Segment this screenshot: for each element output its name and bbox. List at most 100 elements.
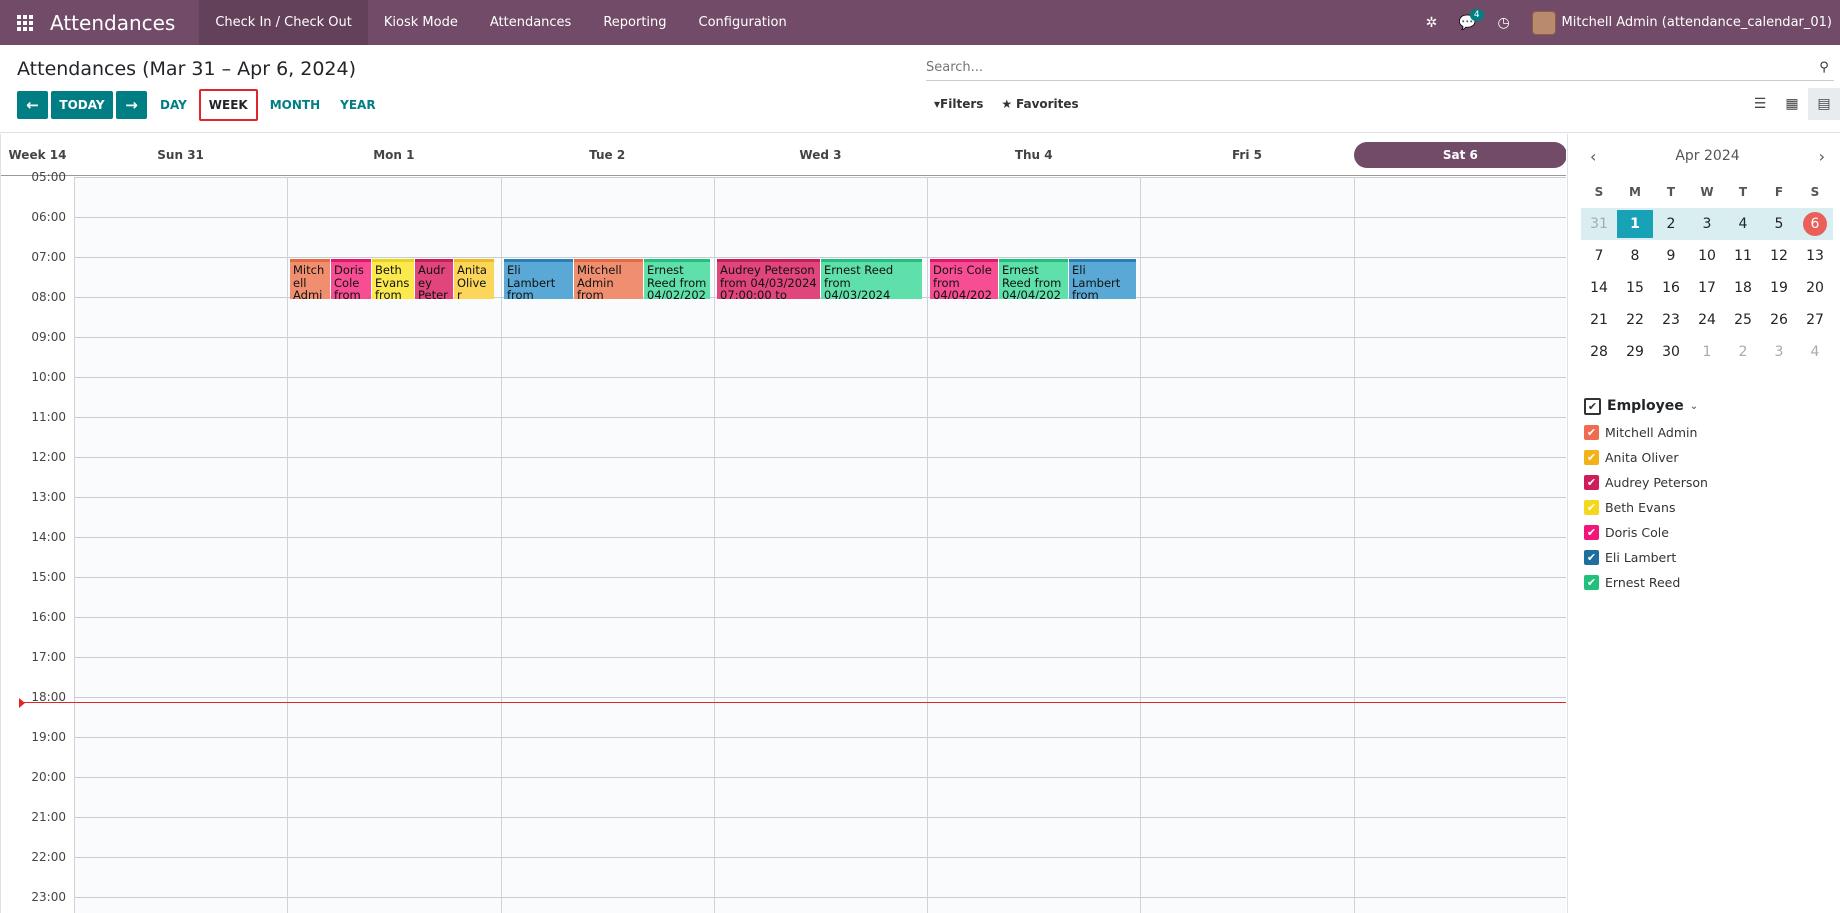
mini-day[interactable]: 30 xyxy=(1653,338,1689,366)
scale-month[interactable]: MONTH xyxy=(262,89,328,121)
next-button[interactable]: → xyxy=(116,91,147,119)
menu-reporting[interactable]: Reporting xyxy=(587,0,682,45)
day-header-mon[interactable]: Mon 1 xyxy=(287,134,500,175)
day-header-fri[interactable]: Fri 5 xyxy=(1140,134,1353,175)
attendance-event[interactable]: Ernest Reed from 04/04/2024 07:00:00 to xyxy=(999,259,1068,299)
mini-day[interactable]: 6 xyxy=(1797,210,1833,238)
checkbox-icon[interactable]: ✔ xyxy=(1584,425,1599,440)
mini-day[interactable]: 25 xyxy=(1725,306,1761,334)
today-button[interactable]: TODAY xyxy=(51,91,113,119)
employee-filter-item[interactable]: ✔ Beth Evans xyxy=(1584,495,1834,520)
mini-day[interactable]: 4 xyxy=(1725,210,1761,238)
checkbox-icon[interactable]: ✔ xyxy=(1584,550,1599,565)
mini-day[interactable]: 21 xyxy=(1581,306,1617,334)
attendance-event[interactable]: Mitchell Admin from 04/01/2024 xyxy=(290,259,330,299)
day-header-sun[interactable]: Sun 31 xyxy=(74,134,287,175)
mini-day[interactable]: 29 xyxy=(1617,338,1653,366)
mini-day[interactable]: 10 xyxy=(1689,242,1725,270)
attendance-event[interactable]: Eli Lambert from 04/04/2024 xyxy=(1069,259,1136,299)
time-grid[interactable]: Mitchell Admin from 04/01/2024 Doris Cole… xyxy=(74,177,1566,913)
mini-day[interactable]: 16 xyxy=(1653,274,1689,302)
mini-day[interactable]: 4 xyxy=(1797,338,1833,366)
attendance-event[interactable]: Ernest Reed from 04/02/2024 xyxy=(644,259,710,299)
chevron-down-icon[interactable]: ⌄ xyxy=(1690,401,1698,412)
mini-day[interactable]: 3 xyxy=(1689,210,1725,238)
checkbox-icon[interactable]: ✔ xyxy=(1584,575,1599,590)
attendance-event[interactable]: Mitchell Admin from 04/02/2024 07:00:00 … xyxy=(574,259,643,299)
checkbox-icon[interactable]: ✔ xyxy=(1584,450,1599,465)
previous-button[interactable]: ← xyxy=(17,91,48,119)
mini-day[interactable]: 9 xyxy=(1653,242,1689,270)
mini-day[interactable]: 1 xyxy=(1689,338,1725,366)
mini-day[interactable]: 7 xyxy=(1581,242,1617,270)
menu-kiosk-mode[interactable]: Kiosk Mode xyxy=(368,0,474,45)
attendance-event[interactable]: Audrey Peterson from 04/01/2024 xyxy=(415,259,453,299)
attendance-event[interactable]: Audrey Peterson from 04/03/2024 07:00:00… xyxy=(717,259,820,299)
search-input[interactable] xyxy=(926,60,1814,75)
mini-day[interactable]: 8 xyxy=(1617,242,1653,270)
mini-day[interactable]: 19 xyxy=(1761,274,1797,302)
mini-day[interactable]: 18 xyxy=(1725,274,1761,302)
list-view-button[interactable]: ☰ xyxy=(1744,88,1776,120)
mini-day[interactable]: 22 xyxy=(1617,306,1653,334)
mini-day[interactable]: 17 xyxy=(1689,274,1725,302)
day-header-wed[interactable]: Wed 3 xyxy=(714,134,927,175)
mini-day[interactable]: 23 xyxy=(1653,306,1689,334)
employee-filter-item[interactable]: ✔ Mitchell Admin xyxy=(1584,420,1834,445)
checkbox-icon[interactable]: ✔ xyxy=(1584,500,1599,515)
mini-day[interactable]: 31 xyxy=(1581,210,1617,238)
attendance-event[interactable]: Anita Oliver from 04/01/2024 xyxy=(454,259,494,299)
employee-filter-item[interactable]: ✔ Audrey Peterson xyxy=(1584,470,1834,495)
menu-configuration[interactable]: Configuration xyxy=(683,0,803,45)
favorites-toggle[interactable]: ★ Favorites xyxy=(1001,97,1078,111)
bug-icon[interactable]: ✲ xyxy=(1414,0,1450,45)
mini-day[interactable]: 14 xyxy=(1581,274,1617,302)
mini-day[interactable]: 5 xyxy=(1761,210,1797,238)
mini-day[interactable]: 28 xyxy=(1581,338,1617,366)
apps-menu-icon[interactable] xyxy=(0,0,50,45)
scale-week[interactable]: WEEK xyxy=(198,89,258,121)
mini-day[interactable]: 3 xyxy=(1761,338,1797,366)
search-icon[interactable]: ⚲ xyxy=(1814,60,1834,75)
kanban-view-button[interactable]: ▦ xyxy=(1776,88,1808,120)
app-title[interactable]: Attendances xyxy=(50,11,175,35)
menu-check-in-out[interactable]: Check In / Check Out xyxy=(199,0,368,45)
mini-day[interactable]: 13 xyxy=(1797,242,1833,270)
employee-filter-header[interactable]: ✔ Employee ⌄ xyxy=(1584,394,1834,418)
mini-day[interactable]: 26 xyxy=(1761,306,1797,334)
day-header-sat[interactable]: Sat 6 xyxy=(1353,134,1566,175)
checkbox-icon[interactable]: ✔ xyxy=(1584,475,1599,490)
calendar-view-button[interactable]: ▤ xyxy=(1808,88,1840,120)
day-header-thu[interactable]: Thu 4 xyxy=(927,134,1140,175)
mini-day[interactable]: 20 xyxy=(1797,274,1833,302)
clock-icon[interactable]: ◷ xyxy=(1486,0,1522,45)
attendance-event[interactable]: Eli Lambert from 04/02/2024 07:00:00 to xyxy=(504,259,573,299)
mini-day[interactable]: 2 xyxy=(1653,210,1689,238)
day-header-tue[interactable]: Tue 2 xyxy=(501,134,714,175)
employee-filter-item[interactable]: ✔ Doris Cole xyxy=(1584,520,1834,545)
mini-day[interactable]: 24 xyxy=(1689,306,1725,334)
menu-attendances[interactable]: Attendances xyxy=(474,0,587,45)
mini-day[interactable]: 1 xyxy=(1617,210,1653,238)
checkbox-icon[interactable]: ✔ xyxy=(1584,525,1599,540)
mini-next-icon[interactable]: › xyxy=(1819,147,1825,166)
employee-filter-item[interactable]: ✔ Anita Oliver xyxy=(1584,445,1834,470)
user-menu[interactable]: Mitchell Admin (attendance_calendar_01) xyxy=(1522,10,1832,35)
attendance-event[interactable]: Doris Cole from 04/04/2024 07:00:00 to xyxy=(930,259,998,299)
attendance-event[interactable]: Doris Cole from 04/01/2024 xyxy=(331,259,371,299)
mini-day[interactable]: 11 xyxy=(1725,242,1761,270)
mini-day[interactable]: 15 xyxy=(1617,274,1653,302)
scale-day[interactable]: DAY xyxy=(152,89,195,121)
mini-day[interactable]: 12 xyxy=(1761,242,1797,270)
mini-day[interactable]: 27 xyxy=(1797,306,1833,334)
scale-year[interactable]: YEAR xyxy=(332,89,383,121)
check-icon[interactable]: ✔ xyxy=(1584,397,1601,415)
attendance-event[interactable]: Beth Evans from 04/01/2024 xyxy=(372,259,414,299)
employee-filter-item[interactable]: ✔ Ernest Reed xyxy=(1584,570,1834,595)
mini-prev-icon[interactable]: ‹ xyxy=(1590,147,1596,166)
employee-filter-item[interactable]: ✔ Eli Lambert xyxy=(1584,545,1834,570)
chat-icon[interactable]: 💬 4 xyxy=(1450,0,1486,45)
attendance-event[interactable]: Ernest Reed from 04/03/2024 07:00:00 to xyxy=(821,259,922,299)
filters-toggle[interactable]: ▾Filters xyxy=(934,97,983,111)
mini-day[interactable]: 2 xyxy=(1725,338,1761,366)
